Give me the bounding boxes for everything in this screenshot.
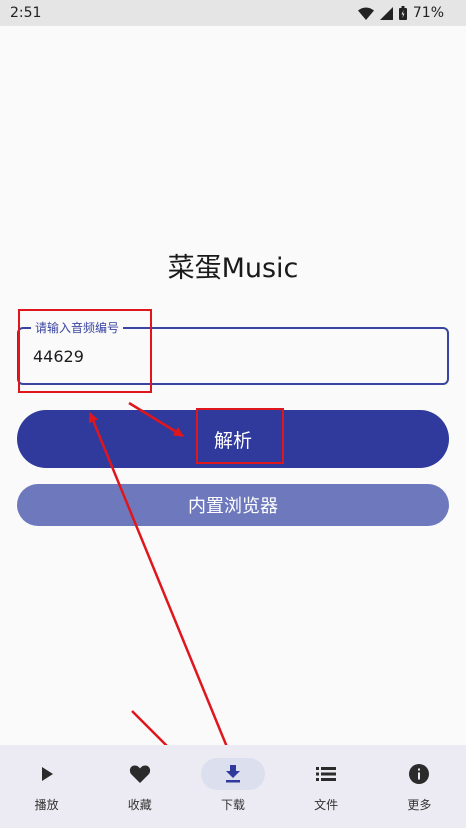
wifi-icon [357,7,374,20]
parse-button-label: 解析 [213,429,252,452]
nav-label-play: 播放 [34,798,59,812]
audio-id-input[interactable] [33,345,433,367]
battery-icon [398,6,407,20]
play-icon [40,766,54,782]
bottom-navigation: 播放 收藏 下载 文件 更多 [0,745,466,828]
nav-label-download: 下载 [220,798,245,812]
list-icon [316,767,337,781]
audio-id-label: 请输入音频编号 [31,320,124,336]
audio-id-field[interactable]: 请输入音频编号 [17,320,449,385]
status-bar: 2:51 71% [0,0,466,26]
nav-label-more: 更多 [407,798,432,812]
nav-item-favorites[interactable]: 收藏 [93,745,186,828]
nav-label-favorites: 收藏 [127,798,152,812]
status-time: 2:51 [10,5,42,21]
nav-item-download[interactable]: 下载 [186,745,279,828]
app-title: 菜蛋Music [167,253,299,284]
status-icons: 71% [357,5,444,21]
info-icon [409,764,430,784]
builtin-browser-button[interactable]: 内置浏览器 [17,484,449,526]
signal-icon [379,6,393,20]
download-icon [225,765,241,783]
parse-button[interactable]: 解析 [17,410,449,468]
heart-icon [129,764,151,784]
builtin-browser-button-label: 内置浏览器 [188,496,278,517]
nav-item-play[interactable]: 播放 [0,745,93,828]
battery-percentage: 71% [412,5,444,21]
nav-item-more[interactable]: 更多 [373,745,466,828]
nav-item-files[interactable]: 文件 [280,745,373,828]
nav-label-files: 文件 [314,798,339,812]
